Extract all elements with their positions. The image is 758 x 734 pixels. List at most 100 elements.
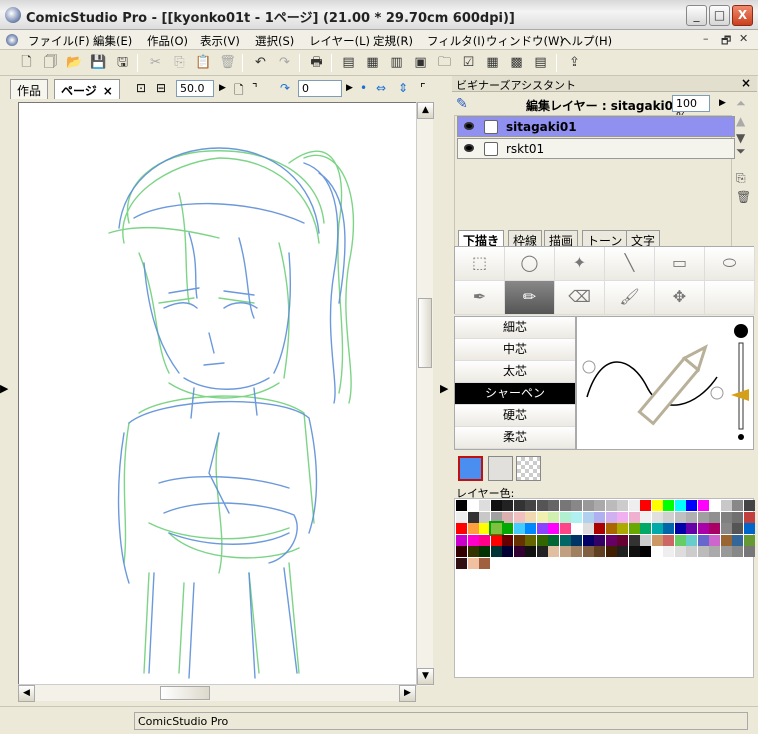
mdi-minimize-button[interactable]: – [703, 32, 709, 45]
zoom-out-icon[interactable]: ⊟ [156, 81, 166, 95]
palette-swatch[interactable] [732, 511, 743, 523]
tab-sketch[interactable]: 下描き [458, 230, 505, 248]
new-layer-icon[interactable]: ⎘ [736, 171, 746, 186]
palette-swatch[interactable] [582, 500, 594, 511]
line-icon[interactable]: ╲ [605, 247, 655, 281]
vertical-scroll-thumb[interactable] [418, 298, 432, 368]
menu-help[interactable]: ヘルプ(H) [560, 33, 612, 49]
menu-ruler[interactable]: 定規(R) [373, 33, 413, 49]
main-color-swatch[interactable] [458, 456, 483, 481]
sub-tool-fine[interactable]: 細芯 [455, 317, 575, 339]
palette-swatch[interactable] [743, 511, 755, 523]
transparent-color-swatch[interactable] [516, 456, 541, 481]
palette-swatch[interactable] [743, 523, 755, 534]
vertical-scrollbar[interactable]: ▲ ▼ [416, 102, 434, 686]
eye-icon[interactable] [464, 122, 474, 130]
palette-swatch[interactable] [490, 511, 502, 523]
palette-swatch[interactable] [709, 546, 720, 557]
palette-swatch[interactable] [674, 511, 686, 523]
scroll-down-icon[interactable]: ▼ [417, 668, 434, 685]
palette-swatch[interactable] [697, 534, 709, 546]
palette-swatch[interactable] [456, 546, 467, 557]
panel-close-icon[interactable]: × [741, 76, 751, 90]
tab-page[interactable]: ページ × [54, 79, 120, 99]
layer-row-rskt01[interactable]: rskt01 [457, 138, 735, 159]
palette-swatch[interactable] [467, 500, 479, 511]
palette-swatch[interactable] [663, 511, 674, 523]
palette-swatch[interactable] [732, 546, 743, 557]
magic-wand-icon[interactable]: ✦ [555, 247, 605, 281]
palette-swatch[interactable] [488, 521, 504, 536]
sub-tool-soft[interactable]: 柔芯 [455, 427, 575, 449]
tab-frame[interactable]: 枠線 [508, 230, 543, 248]
sub-tool-hard[interactable]: 硬芯 [455, 405, 575, 427]
palette-swatch[interactable] [559, 511, 571, 523]
palette-swatch[interactable] [525, 523, 536, 534]
palette-swatch[interactable] [513, 534, 525, 546]
menu-view[interactable]: 表示(V) [200, 33, 240, 49]
corner-icon[interactable]: ⌜ [420, 81, 426, 95]
palette-swatch[interactable] [548, 500, 559, 511]
palette-swatch[interactable] [467, 511, 479, 523]
palette-swatch[interactable] [605, 523, 617, 534]
palette-swatch[interactable] [686, 546, 697, 557]
layer-icon[interactable]: ▦ [364, 54, 381, 71]
palette-swatch[interactable] [663, 523, 674, 534]
palette-swatch[interactable] [456, 557, 467, 569]
palette-swatch[interactable] [548, 534, 559, 546]
palette-swatch[interactable] [594, 546, 605, 557]
sub-tool-mechanical-pencil[interactable]: シャーペン [455, 383, 575, 405]
menu-filter[interactable]: フィルタ(I) [427, 33, 485, 49]
palette-swatch[interactable] [720, 511, 732, 523]
grid-icon[interactable]: ▦ [484, 54, 501, 71]
palette-swatch[interactable] [628, 546, 640, 557]
menu-file[interactable]: ファイル(F) [28, 33, 90, 49]
close-button[interactable]: X [732, 5, 753, 26]
palette-swatch[interactable] [628, 511, 640, 523]
palette-swatch[interactable] [490, 534, 502, 546]
horizontal-scrollbar[interactable]: ◀ ▶ [18, 684, 416, 702]
rotate-dropdown-icon[interactable]: ▶ [346, 83, 353, 93]
scroll-up-icon[interactable]: ▲ [417, 102, 434, 119]
palette-swatch[interactable] [628, 500, 640, 511]
palette-swatch[interactable] [536, 500, 548, 511]
page-icon[interactable]: 🗋 [234, 81, 244, 102]
palette-swatch[interactable] [686, 500, 697, 511]
layer-move-top-icon[interactable]: ⏶ [736, 96, 746, 111]
delete-layer-icon[interactable]: 🗑 [736, 190, 751, 204]
layer-row-sitagaki01[interactable]: sitagaki01 [457, 116, 735, 137]
panel-splitter[interactable]: ▶ [436, 78, 452, 706]
eraser-icon[interactable]: ⌫ [555, 281, 605, 315]
palette-swatch[interactable] [743, 534, 755, 546]
menu-layer[interactable]: レイヤー(L) [309, 33, 370, 49]
palette-swatch[interactable] [663, 534, 674, 546]
menu-select[interactable]: 選択(S) [255, 33, 294, 49]
palette-swatch[interactable] [651, 534, 663, 546]
cut-icon[interactable]: ✂ [147, 54, 164, 71]
palette-swatch[interactable] [697, 546, 709, 557]
palette-swatch[interactable] [479, 523, 490, 534]
delete-icon[interactable]: 🗑 [219, 54, 236, 71]
palette-swatch[interactable] [479, 546, 490, 557]
palette-swatch[interactable] [513, 546, 525, 557]
palette-swatch[interactable] [663, 500, 674, 511]
menu-work[interactable]: 作品(O) [147, 33, 188, 49]
pencil-tool-icon[interactable]: ✏ [505, 281, 555, 315]
palette-swatch[interactable] [548, 546, 559, 557]
palette-swatch[interactable] [640, 500, 651, 511]
palette-swatch[interactable] [663, 546, 674, 557]
palette-swatch[interactable] [525, 546, 536, 557]
flip-horizontal-icon[interactable]: ⇔ [376, 81, 386, 95]
palette-swatch[interactable] [559, 500, 571, 511]
sub-color-swatch[interactable] [488, 456, 513, 481]
tab-work[interactable]: 作品 [10, 79, 49, 99]
palette-swatch[interactable] [456, 500, 467, 511]
menu-window[interactable]: ウィンドウ(W) [486, 33, 564, 49]
palette-swatch[interactable] [502, 534, 513, 546]
palette-swatch[interactable] [617, 534, 628, 546]
story-icon[interactable]: ▥ [388, 54, 405, 71]
move-icon[interactable]: ✥ [655, 281, 705, 315]
palette-swatch[interactable] [467, 557, 479, 569]
new-page-icon[interactable]: 🗋 [18, 54, 35, 71]
save-icon[interactable]: 💾 [90, 54, 107, 71]
